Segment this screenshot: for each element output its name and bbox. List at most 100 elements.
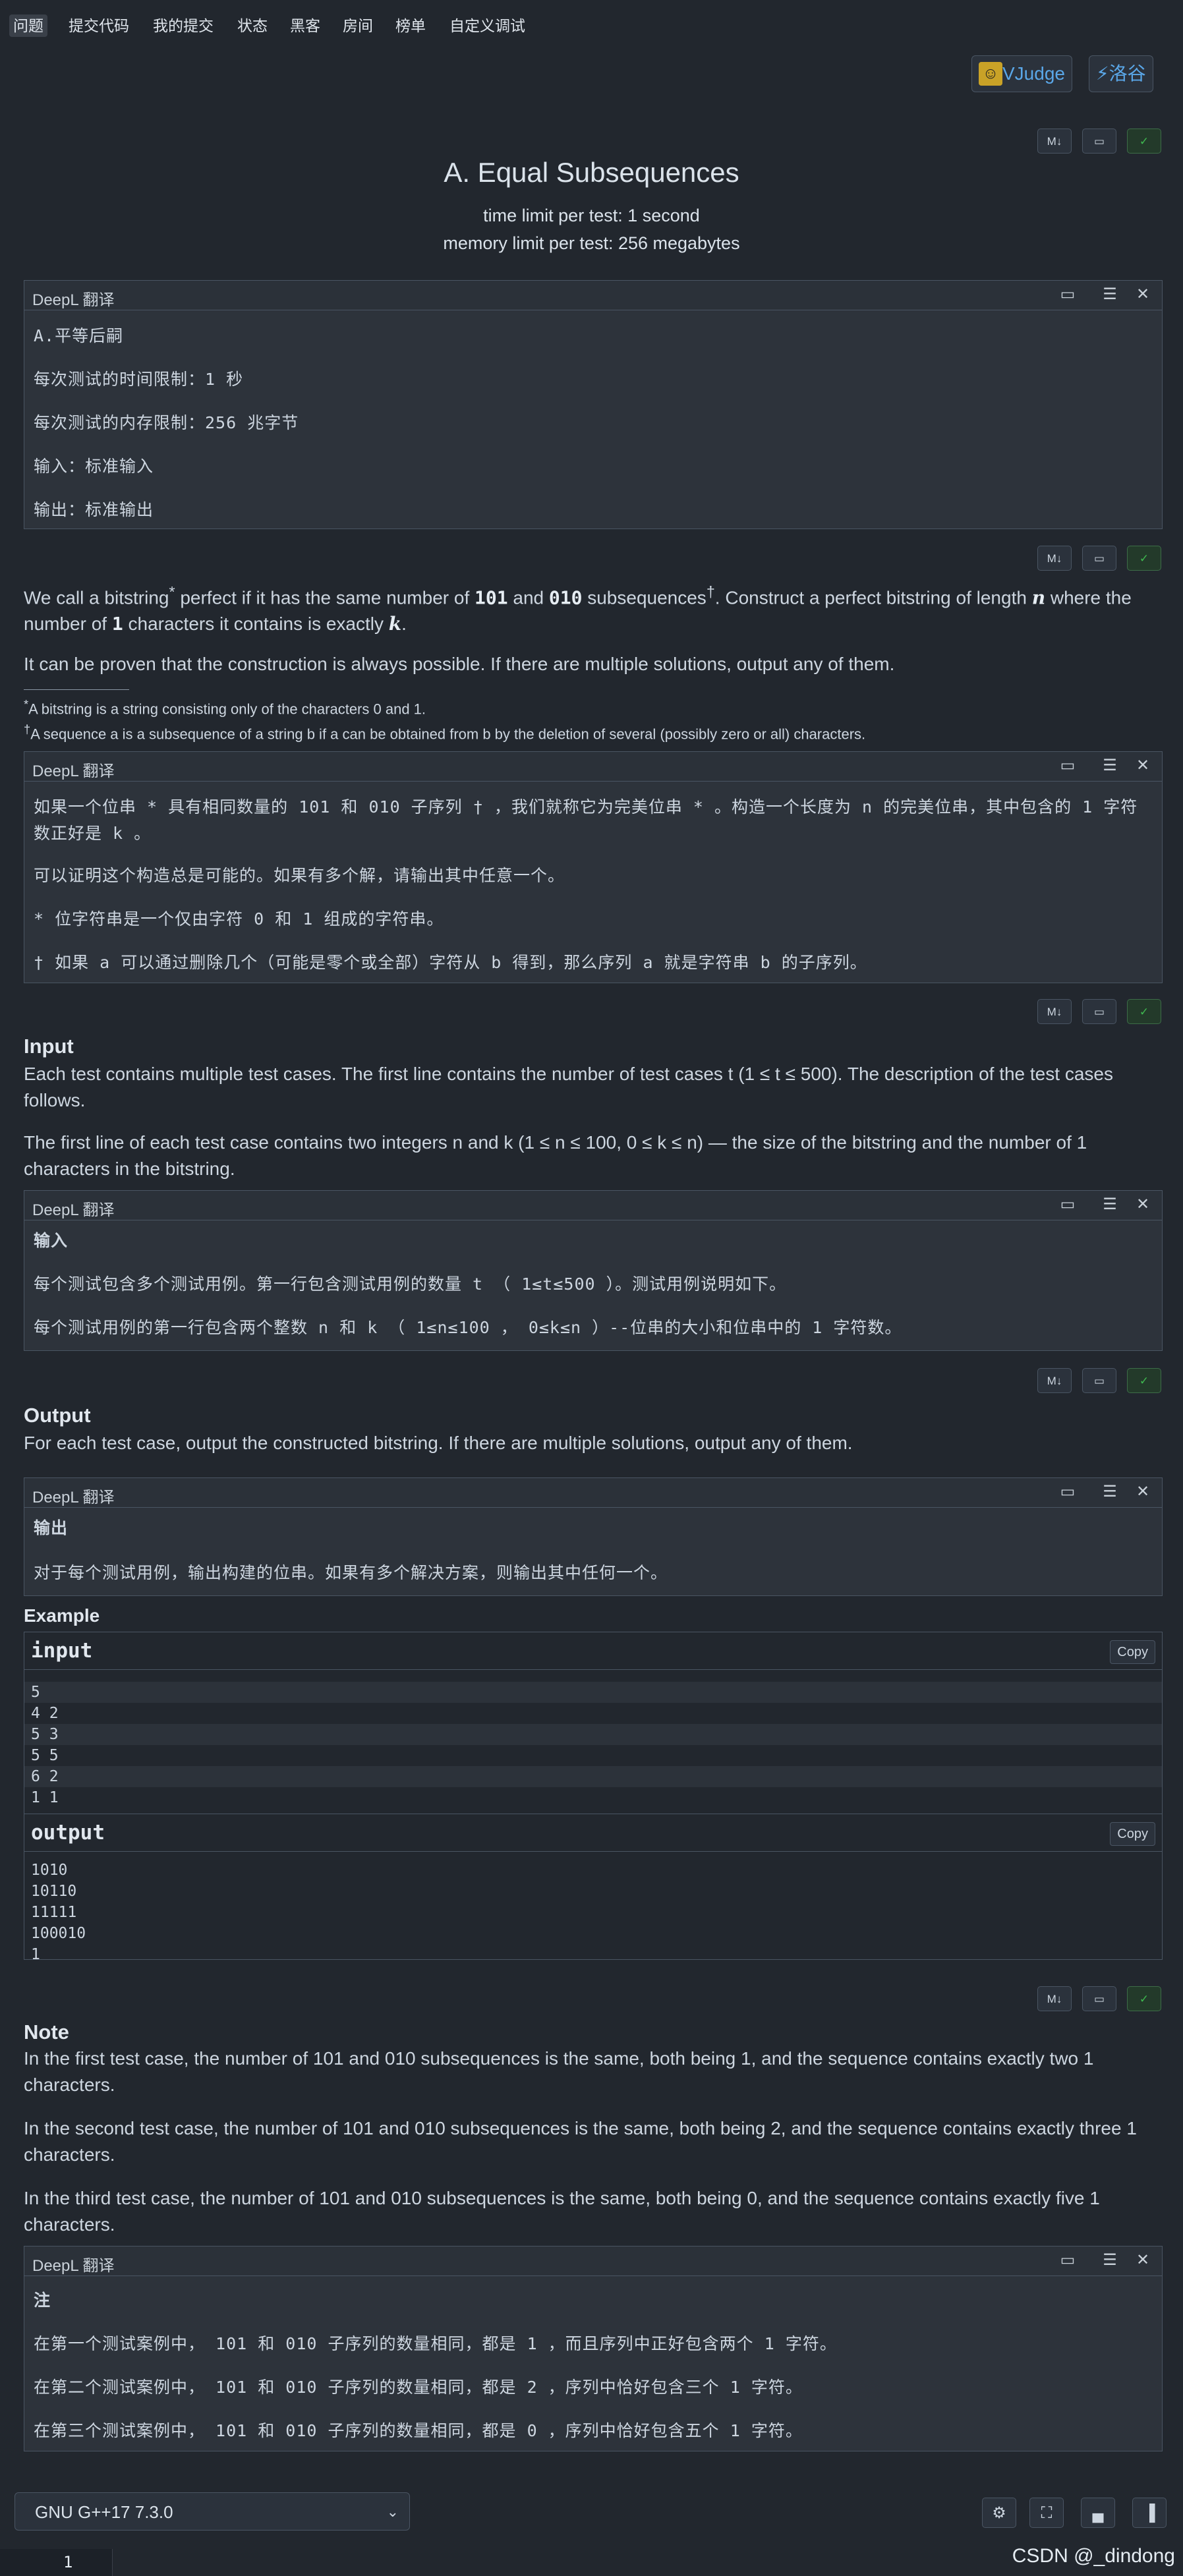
translation-line: 输入：标准输入 — [34, 457, 154, 476]
top-nav: 问题 提交代码 我的提交 状态 黑客 房间 榜单 自定义调试 — [0, 0, 1183, 51]
bottom-panel-icon[interactable]: ▄ — [1081, 2498, 1115, 2528]
line-number: 1 — [63, 2553, 73, 2571]
deepl-label: DeepL 翻译 — [32, 291, 115, 309]
indent-icon[interactable]: ☰ — [1100, 756, 1120, 776]
gear-icon[interactable]: ⚙ — [982, 2498, 1016, 2528]
nav-problem[interactable]: 问题 — [9, 14, 47, 37]
markdown-button[interactable]: M↓ — [1037, 129, 1072, 154]
translation-line: 每个测试包含多个测试用例。第一行包含测试用例的数量 t （ 1≤t≤500 ）。… — [34, 1274, 787, 1294]
indent-icon[interactable]: ☰ — [1100, 1195, 1120, 1215]
input-heading: Input — [24, 1035, 74, 1058]
side-panel-icon[interactable]: ▐ — [1132, 2498, 1167, 2528]
statement-paragraph: It can be proven that the construction i… — [24, 654, 895, 674]
close-icon[interactable]: ✕ — [1133, 285, 1153, 304]
translation-line: 输入 — [34, 1231, 69, 1250]
input-line: 5 5 — [31, 1747, 59, 1764]
indent-icon[interactable]: ☰ — [1100, 285, 1120, 304]
deepl-label: DeepL 翻译 — [32, 1489, 115, 1506]
check-icon[interactable]: ✓ — [1127, 1986, 1161, 2011]
translation-line: 输出：标准输出 — [34, 500, 154, 519]
check-icon[interactable]: ✓ — [1127, 546, 1161, 571]
input-line: 1 1 — [31, 1789, 59, 1806]
clipboard-icon[interactable]: ▭ — [1058, 756, 1078, 776]
clipboard-icon[interactable]: ▭ — [1082, 546, 1116, 571]
clipboard-icon[interactable]: ▭ — [1082, 1368, 1116, 1393]
nav-my-submissions[interactable]: 我的提交 — [149, 14, 217, 37]
check-icon[interactable]: ✓ — [1127, 129, 1161, 154]
nav-hacks[interactable]: 黑客 — [286, 14, 324, 37]
deepl-label: DeepL 翻译 — [32, 2257, 115, 2275]
copy-input-button[interactable]: Copy — [1110, 1640, 1155, 1664]
deepl-label: DeepL 翻译 — [32, 762, 115, 780]
copy-output-button[interactable]: Copy — [1110, 1822, 1155, 1846]
language-select[interactable]: GNU G++17 7.3.0 ⌄ — [14, 2492, 410, 2531]
output-line: 1010 — [31, 1862, 68, 1879]
indent-icon[interactable]: ☰ — [1100, 1482, 1120, 1502]
fullscreen-icon[interactable]: ⛶ — [1029, 2498, 1064, 2528]
close-icon[interactable]: ✕ — [1133, 2250, 1153, 2270]
nav-status[interactable]: 状态 — [233, 14, 272, 37]
markdown-button[interactable]: M↓ — [1037, 546, 1072, 571]
example-box: input Copy 5 4 2 5 3 5 5 6 2 1 1 output … — [24, 1632, 1163, 1963]
output-line: 1 — [31, 1946, 40, 1963]
clipboard-icon[interactable]: ▭ — [1082, 129, 1116, 154]
translation-line: 在第一个测试案例中， 101 和 010 子序列的数量相同，都是 1 ，而且序列… — [34, 2334, 837, 2353]
translation-line: 每次测试的内存限制：256 兆字节 — [34, 413, 299, 432]
watermark: CSDN @_dindong — [1012, 2545, 1175, 2567]
translation-line: 在第二个测试案例中， 101 和 010 子序列的数量相同，都是 2 ，序列中恰… — [34, 2378, 803, 2397]
note-heading: Note — [24, 2020, 69, 2044]
clipboard-icon[interactable]: ▭ — [1058, 1195, 1078, 1215]
translation-line: 如果一个位串 * 具有相同数量的 101 和 010 子序列 † ，我们就称它为… — [34, 797, 1138, 843]
check-icon[interactable]: ✓ — [1127, 999, 1161, 1024]
input-line: 5 3 — [24, 1724, 1162, 1745]
clipboard-icon[interactable]: ▭ — [1058, 285, 1078, 304]
luogu-logo-icon: ⚡ — [1096, 63, 1109, 84]
close-icon[interactable]: ✕ — [1133, 1482, 1153, 1502]
vjudge-logo-icon: ☺ — [979, 61, 1002, 86]
time-limit: time limit per test: 1 second — [483, 206, 700, 225]
close-icon[interactable]: ✕ — [1133, 1195, 1153, 1215]
input-line: 6 2 — [24, 1766, 1162, 1787]
check-icon[interactable]: ✓ — [1127, 1368, 1161, 1393]
clipboard-icon[interactable]: ▭ — [1082, 999, 1116, 1024]
output-paragraph: For each test case, output the construct… — [24, 1433, 853, 1453]
markdown-button[interactable]: M↓ — [1037, 1986, 1072, 2011]
clipboard-icon[interactable]: ▭ — [1082, 1986, 1116, 2011]
translation-line: † 如果 a 可以通过删除几个（可能是零个或全部）字符从 b 得到，那么序列 a… — [34, 953, 867, 972]
clipboard-icon[interactable]: ▭ — [1058, 2250, 1078, 2270]
note-paragraph: In the third test case, the number of 10… — [24, 2188, 1100, 2235]
nav-submit[interactable]: 提交代码 — [65, 14, 133, 37]
markdown-button[interactable]: M↓ — [1037, 999, 1072, 1024]
clipboard-icon[interactable]: ▭ — [1058, 1482, 1078, 1502]
close-icon[interactable]: ✕ — [1133, 756, 1153, 776]
input-paragraph: Each test contains multiple test cases. … — [24, 1064, 1113, 1110]
output-title: output — [31, 1821, 105, 1845]
example-heading: Example — [24, 1605, 100, 1626]
translation-line: 每个测试用例的第一行包含两个整数 n 和 k （ 1≤n≤100 ， 0≤k≤n… — [34, 1318, 902, 1337]
nav-standings[interactable]: 榜单 — [391, 14, 430, 37]
input-line: 4 2 — [31, 1705, 59, 1722]
problem-title: A. Equal Subsequences — [444, 157, 739, 188]
output-heading: Output — [24, 1404, 91, 1427]
deepl-panel-header: DeepL 翻译 ▭ ☰ ✕ 输入 每个测试包含多个测试用例。第一行包含测试用例… — [24, 1190, 1163, 1351]
indent-icon[interactable]: ☰ — [1100, 2250, 1120, 2270]
translation-line: 注 — [34, 2291, 51, 2310]
deepl-panel-header: DeepL 翻译 ▭ ☰ ✕ 输出 对于每个测试用例，输出构建的位串。如果有多个… — [24, 1477, 1163, 1596]
input-paragraph: The first line of each test case contain… — [24, 1132, 1087, 1179]
translation-line: 可以证明这个构造总是可能的。如果有多个解，请输出其中任意一个。 — [34, 866, 565, 885]
vjudge-button[interactable]: ☺ VJudge — [971, 55, 1072, 92]
translation-line: 在第三个测试案例中， 101 和 010 子序列的数量相同，都是 0 ，序列中恰… — [34, 2421, 803, 2440]
nav-custom-test[interactable]: 自定义调试 — [446, 14, 529, 37]
translation-line: 输出 — [34, 1518, 69, 1537]
nav-room[interactable]: 房间 — [339, 14, 377, 37]
chevron-down-icon: ⌄ — [386, 2504, 399, 2520]
input-line: 5 — [24, 1682, 1162, 1703]
note-paragraph: In the second test case, the number of 1… — [24, 2118, 1137, 2165]
output-line: 100010 — [31, 1925, 86, 1942]
note-paragraph: In the first test case, the number of 10… — [24, 2048, 1094, 2095]
deepl-label: DeepL 翻译 — [32, 1201, 115, 1219]
luogu-button[interactable]: ⚡洛谷 — [1089, 55, 1153, 92]
editor-gutter — [0, 2549, 113, 2576]
memory-limit: memory limit per test: 256 megabytes — [443, 233, 740, 253]
markdown-button[interactable]: M↓ — [1037, 1368, 1072, 1393]
